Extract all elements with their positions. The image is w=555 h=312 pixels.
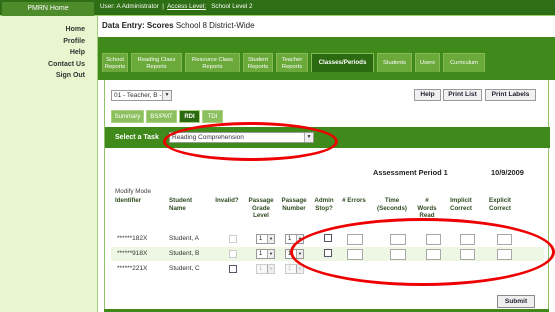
page-title: Data Entry: Scores School 8 District-Wid… [102,21,255,30]
col-invalid: Invalid? [215,197,239,204]
implicit-correct-input[interactable] [460,249,475,260]
page-title-bold: Data Entry: Scores [102,21,174,30]
modify-mode-label: Modify Mode [115,188,152,195]
assessment-period: Assessment Period 1 [373,168,448,177]
page-title-school: School 8 District-Wide [175,21,255,30]
tab-curriculum[interactable]: Curriculum [443,53,485,72]
student-identifier: ******918X [117,250,148,257]
tab-students[interactable]: Students [377,53,412,72]
col-passage-number: Passage Number [281,197,307,212]
help-button[interactable]: Help [414,89,441,101]
tab-users[interactable]: Users [415,53,440,72]
nav-help[interactable]: Help [0,47,97,59]
explicit-correct-input[interactable] [497,234,512,245]
top-bar: PMRN Home User: A Administrator | Access… [0,0,555,16]
chevron-down-icon: ▼ [162,91,171,100]
assessment-date: 10/9/2009 [491,168,524,177]
subtab-bs-pmt[interactable]: BS/PMT [146,110,177,123]
task-bar: Select a Task Reading Comprehension ▼ [105,127,550,148]
tab-teacher-reports[interactable]: Teacher Reports [276,53,308,72]
student-name: Student, C [169,265,200,272]
tab-reading-class-reports[interactable]: Reading Class Reports [131,53,182,72]
col-time-seconds: Time (Seconds) [377,197,407,212]
task-select-value: Reading Comprehension [172,134,244,141]
col-student-name: Student Name [169,197,193,212]
words-read-input[interactable] [426,249,441,260]
user-info: User: A Administrator | Access Level: Sc… [100,3,253,10]
submit-button[interactable]: Submit [497,295,535,308]
col-identifier: Identifier [115,197,142,204]
nav-home[interactable]: Home [0,24,97,36]
implicit-correct-input[interactable] [460,234,475,245]
print-labels-button[interactable]: Print Labels [485,89,536,101]
nav-profile[interactable]: Profile [0,36,97,48]
grade-level-select: 1 ▼ [256,264,275,274]
admin-stop-checkbox[interactable] [324,249,332,257]
print-list-button[interactable]: Print List [443,89,482,101]
main-content: Data Entry: Scores School 8 District-Wid… [98,16,555,312]
chevron-down-icon: ▼ [304,133,313,142]
content-panel: 01 - Teacher, B - U ▼ Help Print List Pr… [104,80,550,309]
student-identifier: ******221X [117,265,148,272]
invalid-checkbox[interactable] [229,265,237,273]
nav-sign-out[interactable]: Sign Out [0,70,97,82]
passage-number-select[interactable]: 1 ▼ [285,249,304,259]
student-name: Student, A [169,235,199,242]
invalid-checkbox[interactable] [229,250,237,258]
main-tabs: School Reports Reading Class Reports Resou… [98,37,555,80]
table-row: ******918X Student, B 1 ▼ 1 ▼ [111,247,544,261]
tab-classes-periods[interactable]: Classes/Periods [311,53,374,72]
select-task-label: Select a Task [115,134,159,141]
col-words-read: # Words Read [417,197,437,219]
student-identifier: ******182X [117,235,148,242]
grade-level-select[interactable]: 1 ▼ [256,234,275,244]
left-nav: Home Profile Help Contact Us Sign Out [0,16,98,312]
student-name: Student, B [169,250,200,257]
invalid-checkbox[interactable] [229,235,237,243]
col-explicit-correct: Explicit Correct [488,197,511,212]
tab-school-reports[interactable]: School Reports [102,53,128,72]
col-admin-stop: Admin Stop? [314,197,334,212]
tab-student-reports[interactable]: Student Reports [243,53,273,72]
tab-resource-class-reports[interactable]: Resource Class Reports [185,53,240,72]
errors-input[interactable] [347,234,363,245]
time-input[interactable] [390,249,406,260]
explicit-correct-input[interactable] [497,249,512,260]
table-row: ******221X Student, C 1 ▼ 1 ▼ [111,262,544,276]
access-level-link[interactable]: Access Level: [167,3,206,10]
admin-stop-checkbox[interactable] [324,234,332,242]
pmrn-home-tab[interactable]: PMRN Home [2,2,94,16]
subtab-rdi[interactable]: RDI [179,110,200,123]
subtab-summary[interactable]: Summary [111,110,144,123]
user-label: User: A Administrator [100,3,159,10]
school-level: School Level 2 [211,3,253,10]
class-select-value: 01 - Teacher, B - U [114,92,169,99]
passage-number-select: 1 ▼ [285,264,304,274]
col-implicit-correct: Implicit Correct [449,197,472,212]
col-errors: # Errors [342,197,366,204]
class-select[interactable]: 01 - Teacher, B - U ▼ [111,90,172,101]
time-input[interactable] [390,234,406,245]
passage-number-select[interactable]: 1 ▼ [285,234,304,244]
errors-input[interactable] [347,249,363,260]
nav-contact-us[interactable]: Contact Us [0,59,97,71]
task-select[interactable]: Reading Comprehension ▼ [169,132,314,143]
subtab-tdi[interactable]: TDI [202,110,223,123]
words-read-input[interactable] [426,234,441,245]
grade-level-select[interactable]: 1 ▼ [256,249,275,259]
col-passage-grade-level: Passage Grade Level [248,197,274,219]
table-row: ******182X Student, A 1 ▼ 1 ▼ [111,232,544,246]
